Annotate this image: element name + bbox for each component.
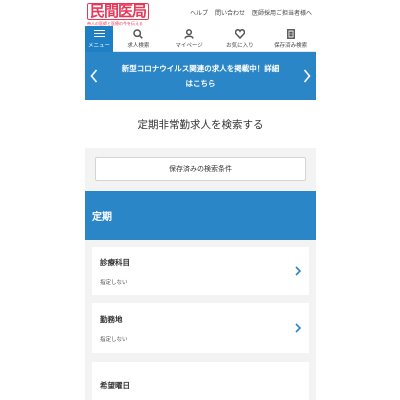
page-title: 定期非常勤求人を検索する [137, 118, 264, 131]
banner-line-1: 新型コロナウイルス関連の求人を掲載中！詳細 [121, 64, 280, 73]
chevron-right-icon [295, 266, 301, 276]
banner-prev-button[interactable] [85, 52, 103, 100]
filter-value: 指定しない [100, 337, 128, 343]
chevron-right-icon [295, 323, 301, 333]
contact-link[interactable]: 問い合わせ [215, 8, 245, 17]
banner-text[interactable]: 新型コロナウイルス関連の求人を掲載中！詳細 はこちら [103, 61, 298, 91]
filter-value: 指定しない [100, 280, 128, 286]
site-logo[interactable]: 民間医局 帝人の医師と医療の今を伝える [87, 3, 150, 26]
help-link[interactable]: ヘルプ [190, 8, 208, 17]
banner-next-button[interactable] [298, 52, 316, 100]
filter-location[interactable]: 勤務地 指定しない [92, 303, 309, 353]
heart-icon [234, 28, 245, 39]
chevron-left-icon [90, 69, 98, 83]
menu-button[interactable]: メニュー [85, 26, 113, 52]
chevron-right-icon [303, 69, 311, 83]
saved-search-button[interactable]: 保存済みの検索条件 [95, 157, 306, 181]
site-header: 民間医局 帝人の医師と医療の今を伝える ヘルプ 問い合わせ 医師採用ご担当者様へ [85, 0, 316, 26]
logo-tagline: 帝人の医師と医療の今を伝える [87, 21, 143, 26]
menu-label: メニュー [87, 42, 110, 49]
hamburger-icon [93, 29, 105, 38]
document-icon [286, 28, 295, 39]
nav-item-job-search[interactable]: 求人検索 [113, 26, 164, 51]
recruiter-link[interactable]: 医師採用ご担当者様へ [252, 8, 312, 17]
header-links: ヘルプ 問い合わせ 医師採用ご担当者様へ [190, 8, 312, 17]
main-nav: メニュー 求人検索 マイページ お気に入り 保存済み検索 [85, 26, 316, 52]
nav-item-label: 求人検索 [127, 42, 150, 49]
search-title-area: 定期非常勤求人を検索する [85, 100, 316, 148]
covid-banner[interactable]: 新型コロナウイルス関連の求人を掲載中！詳細 はこちら [85, 52, 316, 100]
nav-item-label: 保存済み検索 [274, 42, 308, 49]
logo-text: 民間医局 [87, 3, 150, 20]
nav-item-label: マイページ [175, 42, 203, 49]
filter-title: 希望曜日 [100, 381, 130, 390]
user-icon [184, 28, 194, 39]
saved-search-area: 保存済みの検索条件 [85, 148, 316, 190]
search-icon [133, 28, 144, 39]
filter-weekday[interactable]: 希望曜日 [92, 362, 309, 400]
nav-item-favorites[interactable]: お気に入り [215, 26, 266, 51]
banner-line-2: はこちら [185, 79, 216, 88]
filter-department[interactable]: 診療科目 指定しない [92, 247, 309, 295]
section-title: 定期 [92, 212, 112, 223]
nav-item-label: お気に入り [226, 42, 254, 49]
nav-item-saved-search[interactable]: 保存済み検索 [265, 26, 316, 51]
filter-title: 勤務地 [100, 315, 123, 324]
nav-item-mypage[interactable]: マイページ [164, 26, 215, 51]
section-header: 定期 [85, 191, 316, 240]
filter-title: 診療科目 [100, 258, 130, 267]
mobile-page: 民間医局 帝人の医師と医療の今を伝える ヘルプ 問い合わせ 医師採用ご担当者様へ… [85, 0, 316, 400]
